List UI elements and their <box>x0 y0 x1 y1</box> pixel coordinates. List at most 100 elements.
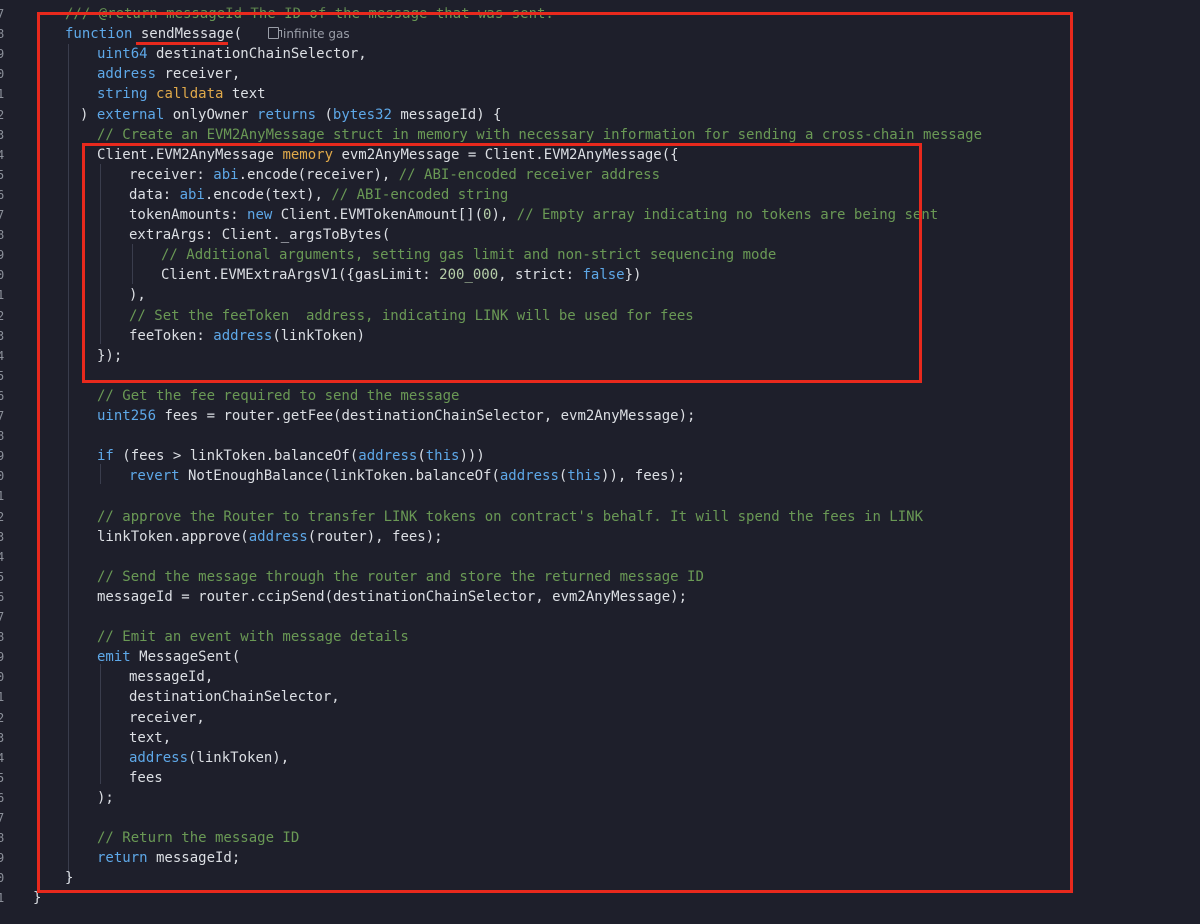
code-token: returns <box>257 106 317 123</box>
codelens-label: infinite gas <box>283 27 350 42</box>
code-token: NotEnoughBalance(linkToken.balanceOf( <box>179 468 500 485</box>
code-line[interactable]: data: abi.encode(text), // ABI-encoded s… <box>129 185 508 205</box>
code-token: tokenAmounts: <box>129 207 248 223</box>
code-token: address <box>499 468 559 485</box>
code-token: (fees > linkToken.balanceOf( <box>113 448 359 465</box>
gas-estimate-codelens[interactable]: infinite gas <box>268 27 350 41</box>
code-token: (router), fees); <box>307 528 443 545</box>
code-line[interactable]: fees <box>129 768 163 788</box>
code-line[interactable]: extraArgs: Client._argsToBytes( <box>129 225 390 245</box>
code-token: ( <box>316 106 333 123</box>
code-token: abi <box>213 166 239 183</box>
code-token: } <box>33 890 42 907</box>
code-token: // ABI-encoded receiver address <box>398 166 661 183</box>
code-token: this <box>567 468 602 485</box>
code-token: // Get the fee required to send the mess… <box>97 387 460 404</box>
code-line[interactable]: Client.EVM2AnyMessage memory evm2AnyMess… <box>97 145 679 165</box>
code-token: // ABI-encoded string <box>331 186 509 203</box>
code-area[interactable]: /// @return messageId The ID of the mess… <box>0 0 1200 924</box>
code-line[interactable]: }); <box>97 346 122 366</box>
code-line[interactable]: // Create an EVM2AnyMessage struct in me… <box>97 125 982 145</box>
code-token: calldata <box>156 86 224 103</box>
code-token: destinationChainSelector, <box>147 46 367 63</box>
code-token: revert <box>129 468 180 485</box>
code-token: onlyOwner <box>164 106 258 123</box>
code-token: .encode(text), <box>204 186 332 203</box>
code-token: false <box>582 267 625 284</box>
code-line[interactable]: Client.EVMExtraArgsV1({gasLimit: 200_000… <box>161 265 641 285</box>
code-token: receiver, <box>129 709 205 726</box>
gas-pump-icon <box>268 27 283 40</box>
code-line[interactable]: uint64 destinationChainSelector, <box>97 44 367 64</box>
code-line[interactable]: // Send the message through the router a… <box>97 567 704 587</box>
code-line[interactable]: // Return the message ID <box>97 828 299 848</box>
code-token: bytes32 <box>332 106 392 123</box>
code-editor[interactable]: 7890123456789012345678901234567890123456… <box>0 0 1200 924</box>
code-token: .encode(receiver), <box>238 166 399 183</box>
code-line[interactable]: ); <box>97 788 114 808</box>
code-token: address <box>129 749 189 766</box>
code-line[interactable]: emit MessageSent( <box>97 647 240 667</box>
code-token: memory <box>282 146 334 163</box>
code-line[interactable]: return messageId; <box>97 848 240 868</box>
code-token: uint64 <box>97 46 148 63</box>
code-line[interactable]: tokenAmounts: new Client.EVMTokenAmount[… <box>129 205 938 225</box>
code-token: function <box>65 26 133 43</box>
code-token: // Empty array indicating no tokens are … <box>516 207 939 223</box>
code-line[interactable]: receiver, <box>129 708 205 728</box>
code-line[interactable]: destinationChainSelector, <box>129 687 340 707</box>
code-token: ), <box>491 207 517 223</box>
code-line[interactable]: feeToken: address(linkToken) <box>129 326 365 346</box>
code-token: // Send the message through the router a… <box>97 568 704 585</box>
code-line[interactable]: linkToken.approve(address(router), fees)… <box>97 527 443 547</box>
code-token: address <box>358 448 418 465</box>
code-token: fees = router.getFee(destinationChainSel… <box>156 408 696 424</box>
code-token: text, <box>129 729 172 746</box>
code-token: destinationChainSelector, <box>129 689 340 706</box>
code-token: }) <box>624 267 642 284</box>
indent-guide <box>100 164 101 344</box>
code-line[interactable]: if (fees > linkToken.balanceOf(address(t… <box>97 446 485 466</box>
code-line[interactable]: messageId = router.ccipSend(destinationC… <box>97 587 687 607</box>
code-line[interactable]: // Additional arguments, setting gas lim… <box>161 245 776 265</box>
code-token: receiver: <box>129 166 214 183</box>
code-token: (linkToken) <box>272 327 366 344</box>
code-token: (linkToken), <box>188 749 290 766</box>
code-token: messageId, <box>129 669 214 686</box>
code-token: address <box>97 66 157 83</box>
code-line[interactable]: } <box>65 868 73 888</box>
code-line[interactable]: uint256 fees = router.getFee(destination… <box>97 406 695 426</box>
code-line[interactable]: messageId, <box>129 667 213 687</box>
code-line[interactable]: // approve the Router to transfer LINK t… <box>97 507 923 527</box>
code-token: extraArgs: Client._argsToBytes( <box>129 227 391 244</box>
code-token: external <box>96 106 165 123</box>
code-token: evm2AnyMessage = Client.EVM2AnyMessage({ <box>333 146 679 163</box>
code-line[interactable]: string calldata text <box>97 84 266 104</box>
code-token: feeToken: <box>129 327 214 344</box>
code-line[interactable]: ) external onlyOwner returns (bytes32 me… <box>80 105 501 125</box>
code-line[interactable]: address receiver, <box>97 64 240 84</box>
code-line[interactable]: receiver: abi.encode(receiver), // ABI-e… <box>129 165 660 185</box>
indent-guide <box>132 244 133 284</box>
code-line[interactable]: // Emit an event with message details <box>97 627 409 647</box>
code-line[interactable]: text, <box>129 728 171 748</box>
code-line[interactable]: } <box>33 888 41 908</box>
code-token: }); <box>97 347 123 364</box>
code-token: messageId) { <box>391 106 502 123</box>
code-line[interactable]: // Get the fee required to send the mess… <box>97 386 459 406</box>
code-token: emit <box>97 649 131 666</box>
code-line[interactable]: address(linkToken), <box>129 748 289 768</box>
code-token: uint256 <box>97 408 157 424</box>
code-token: string <box>97 86 148 103</box>
code-line[interactable]: ), <box>129 285 146 305</box>
indent-guide <box>100 464 101 484</box>
code-line[interactable]: // Set the feeToken address, indicating … <box>129 306 694 326</box>
code-token: Client.EVMTokenAmount[]( <box>272 207 484 223</box>
code-token: address <box>213 327 273 344</box>
code-token: MessageSent( <box>130 649 241 666</box>
code-line[interactable]: revert NotEnoughBalance(linkToken.balanc… <box>129 466 685 486</box>
code-token: messageId = router.ccipSend(destinationC… <box>97 588 688 605</box>
code-token: new <box>247 207 273 223</box>
code-token: address <box>248 528 308 545</box>
